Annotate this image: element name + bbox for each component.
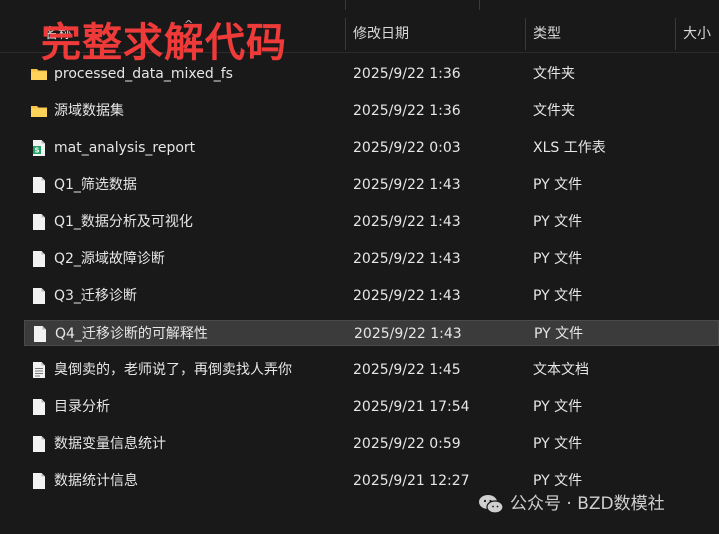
file-icon: [30, 398, 48, 416]
file-modified-date: 2025/9/22 1:43: [353, 177, 461, 193]
file-icon: [30, 176, 48, 194]
file-type: PY 文件: [533, 436, 583, 452]
file-modified-date: 2025/9/22 1:43: [353, 288, 461, 304]
file-row[interactable]: Q4_迁移诊断的可解释性 2025/9/22 1:43 PY 文件: [24, 320, 719, 346]
svg-text:S: S: [34, 147, 39, 155]
folder-icon: [30, 102, 48, 120]
file-type: 文件夹: [533, 66, 575, 82]
column-divider[interactable]: [525, 18, 526, 50]
file-name: 数据变量信息统计: [54, 436, 166, 452]
file-modified-date: 2025/9/22 1:43: [353, 214, 461, 230]
text-document-icon: [30, 361, 48, 379]
file-row[interactable]: Smat_analysis_report 2025/9/22 0:03 XLS 工作…: [24, 135, 719, 161]
column-divider[interactable]: [675, 18, 676, 50]
toolbar-segment: [480, 0, 718, 10]
column-header-size[interactable]: 大小: [683, 16, 711, 52]
file-row[interactable]: 数据变量信息统计 2025/9/22 0:59 PY 文件: [24, 431, 719, 457]
file-row[interactable]: 源域数据集 2025/9/22 1:36 文件夹: [24, 98, 719, 124]
file-modified-date: 2025/9/21 17:54: [353, 399, 470, 415]
file-name: 目录分析: [54, 399, 110, 415]
watermark-text: 公众号 · BZD数模社: [510, 494, 665, 514]
file-type: PY 文件: [533, 288, 583, 304]
file-icon: [30, 435, 48, 453]
file-row[interactable]: processed_data_mixed_fs 2025/9/22 1:36 文件夹: [24, 61, 719, 87]
toolbar-segment: [0, 0, 346, 10]
file-type: PY 文件: [533, 399, 583, 415]
column-header-date[interactable]: 修改日期: [353, 16, 409, 52]
file-row[interactable]: Q1_数据分析及可视化 2025/9/22 1:43 PY 文件: [24, 209, 719, 235]
file-modified-date: 2025/9/22 1:45: [353, 362, 461, 378]
file-modified-date: 2025/9/22 1:36: [353, 103, 461, 119]
file-name: Q2_源域故障诊断: [54, 251, 165, 267]
file-type: 文件夹: [533, 103, 575, 119]
file-modified-date: 2025/9/22 1:36: [353, 66, 461, 82]
file-name: Q4_迁移诊断的可解释性: [55, 326, 208, 342]
file-row[interactable]: 臭倒卖的，老师说了，再倒卖找人弄你 2025/9/22 1:45 文本文档: [24, 357, 719, 383]
toolbar-segment: [346, 0, 480, 10]
column-divider[interactable]: [345, 18, 346, 50]
file-row[interactable]: Q1_筛选数据 2025/9/22 1:43 PY 文件: [24, 172, 719, 198]
file-name: processed_data_mixed_fs: [54, 66, 233, 82]
file-icon: [30, 287, 48, 305]
file-modified-date: 2025/9/22 1:43: [354, 326, 462, 342]
file-row[interactable]: Q3_迁移诊断 2025/9/22 1:43 PY 文件: [24, 283, 719, 309]
file-type: PY 文件: [534, 326, 584, 342]
file-modified-date: 2025/9/22 1:43: [353, 251, 461, 267]
file-type: 文本文档: [533, 362, 589, 378]
file-type: XLS 工作表: [533, 140, 606, 156]
file-name: mat_analysis_report: [54, 140, 196, 156]
file-type: PY 文件: [533, 177, 583, 193]
spreadsheet-icon: S: [30, 139, 48, 157]
wechat-icon: [479, 495, 504, 514]
file-name: Q3_迁移诊断: [54, 288, 137, 304]
column-header-type[interactable]: 类型: [533, 16, 561, 52]
file-name: Q1_数据分析及可视化: [54, 214, 193, 230]
file-icon: [30, 472, 48, 490]
file-icon: [31, 325, 49, 343]
file-row[interactable]: Q2_源域故障诊断 2025/9/22 1:43 PY 文件: [24, 246, 719, 272]
file-name: 源域数据集: [54, 103, 124, 119]
file-icon: [30, 213, 48, 231]
file-type: PY 文件: [533, 251, 583, 267]
file-modified-date: 2025/9/22 0:59: [353, 436, 461, 452]
file-modified-date: 2025/9/21 12:27: [353, 473, 470, 489]
file-name: Q1_筛选数据: [54, 177, 137, 193]
file-type: PY 文件: [533, 214, 583, 230]
folder-icon: [30, 65, 48, 83]
file-modified-date: 2025/9/22 0:03: [353, 140, 461, 156]
file-row[interactable]: 目录分析 2025/9/21 17:54 PY 文件: [24, 394, 719, 420]
file-name: 数据统计信息: [54, 473, 138, 489]
toolbar-strip: [0, 0, 719, 10]
file-icon: [30, 250, 48, 268]
file-name: 臭倒卖的，老师说了，再倒卖找人弄你: [54, 362, 292, 378]
